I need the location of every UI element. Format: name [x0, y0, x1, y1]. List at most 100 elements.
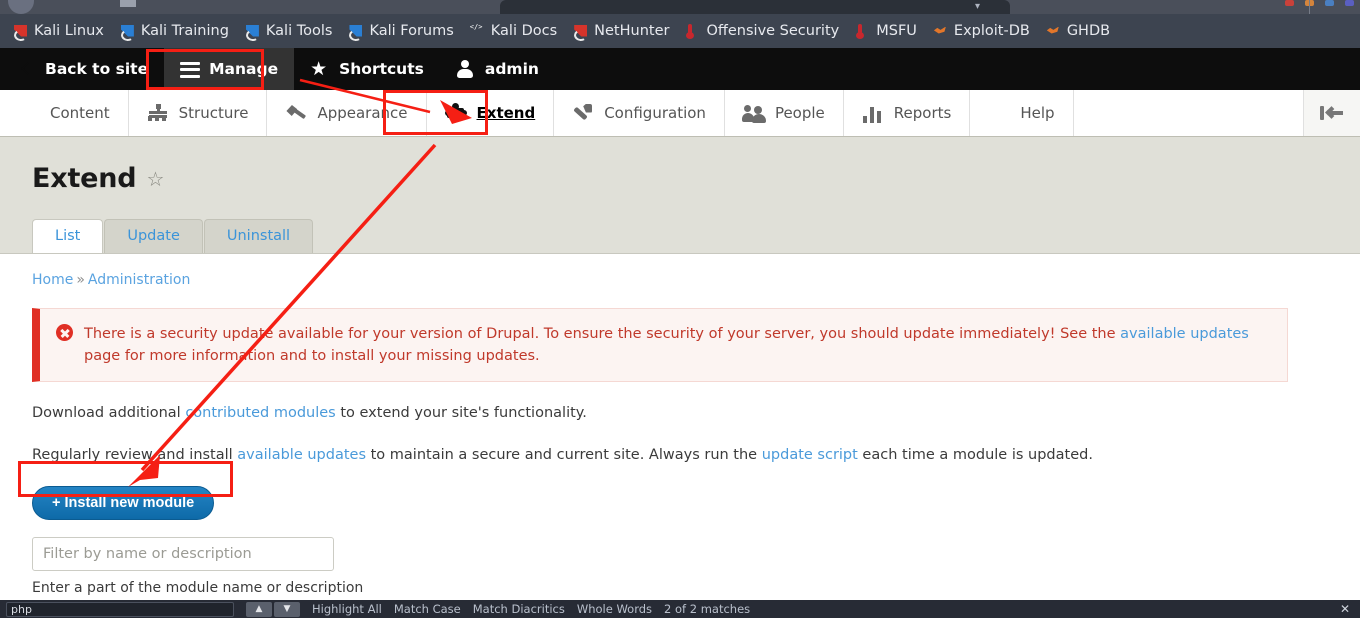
chevron-down-icon[interactable]: ▼	[274, 601, 300, 617]
structure-tree-icon	[147, 104, 169, 122]
configuration-wrench-icon	[572, 103, 594, 124]
para2-middle: to maintain a secure and current site. A…	[366, 447, 762, 463]
breadcrumb-home-link[interactable]: Home	[32, 272, 73, 288]
menu-item-reports[interactable]: Reports	[844, 90, 971, 136]
exploit-db-icon	[1046, 24, 1061, 39]
tab-label: Update	[127, 228, 180, 244]
bookmark-msfu[interactable]: MSFU	[848, 20, 924, 42]
filter-description: Enter a part of the module name or descr…	[32, 580, 364, 596]
toolbar-item-shortcuts[interactable]: ★ Shortcuts	[294, 48, 440, 90]
bookmark-kali-training[interactable]: Kali Training	[113, 20, 236, 42]
kali-dragon-red-icon	[13, 24, 28, 39]
bookmarks-bar: Kali Linux Kali Training Kali Tools Kali…	[0, 14, 1360, 48]
browser-find-bar: ▲ ▼ Highlight All Match Case Match Diacr…	[0, 600, 1360, 618]
extend-puzzle-icon	[444, 103, 467, 123]
menu-item-help[interactable]: Help	[970, 90, 1074, 136]
bookmark-label: Kali Training	[140, 23, 229, 39]
kali-dragon-blue-icon	[348, 24, 363, 39]
toolbar-divider	[1309, 0, 1310, 14]
drupal-admin-toolbar: Back to site Manage ★ Shortcuts admin	[0, 48, 1360, 90]
offensive-security-icon	[855, 24, 870, 39]
toolbar-orientation-toggle[interactable]	[1304, 90, 1360, 136]
people-icon	[741, 103, 766, 123]
toolbar-item-admin-user[interactable]: admin	[440, 48, 555, 90]
tab-uninstall[interactable]: Uninstall	[203, 219, 314, 253]
find-match-count: 2 of 2 matches	[664, 602, 751, 616]
page-body: Extend ☆ List Update Uninstall Home» Admi…	[0, 137, 1360, 618]
find-option-match-diacritics[interactable]: Match Diacritics	[473, 602, 565, 616]
exploit-db-icon	[933, 24, 948, 39]
extension-icon-3[interactable]	[1325, 0, 1334, 6]
content-region: Home» Administration There is a security …	[0, 253, 1360, 618]
content-page-icon	[18, 102, 40, 124]
para1-after: to extend your site's functionality.	[335, 405, 587, 421]
close-icon[interactable]: ✕	[1340, 603, 1350, 615]
para2-before: Regularly review and install	[32, 447, 238, 463]
menu-item-people[interactable]: People	[725, 90, 844, 136]
update-script-link[interactable]: update script	[762, 447, 858, 463]
help-question-icon	[988, 102, 1010, 124]
collapse-toolbar-icon	[1320, 106, 1344, 120]
menu-item-label: Content	[50, 104, 110, 122]
para1-before: Download additional	[32, 405, 186, 421]
available-updates-link-2[interactable]: available updates	[237, 447, 366, 463]
contributed-modules-link[interactable]: contributed modules	[185, 405, 335, 421]
security-update-alert: There is a security update available for…	[32, 308, 1288, 382]
extension-icon-4[interactable]	[1345, 0, 1354, 6]
menu-item-structure[interactable]: Structure	[129, 90, 268, 136]
browser-tab-fragment[interactable]	[120, 0, 136, 7]
star-icon: ★	[310, 57, 328, 80]
find-option-match-case[interactable]: Match Case	[394, 602, 461, 616]
menu-item-configuration[interactable]: Configuration	[554, 90, 725, 136]
bookmark-kali-forums[interactable]: Kali Forums	[341, 20, 460, 42]
bookmark-exploit-db[interactable]: Exploit-DB	[926, 20, 1037, 42]
toolbar-item-back-to-site[interactable]: Back to site	[0, 48, 164, 90]
find-option-whole-words[interactable]: Whole Words	[577, 602, 652, 616]
module-filter-input[interactable]	[32, 537, 334, 571]
breadcrumb-administration-link[interactable]: Administration	[88, 272, 190, 288]
find-option-highlight-all[interactable]: Highlight All	[312, 602, 382, 616]
bookmark-label: Offensive Security	[706, 23, 840, 39]
menu-spacer	[1074, 90, 1304, 136]
bookmark-kali-linux[interactable]: Kali Linux	[6, 20, 111, 42]
chevron-up-icon[interactable]: ▲	[246, 601, 272, 617]
browser-toolbar-icons	[1285, 0, 1354, 6]
bookmark-label: Kali Tools	[265, 23, 333, 39]
toolbar-item-manage[interactable]: Manage	[164, 48, 295, 90]
page-tabs: List Update Uninstall	[32, 219, 1360, 253]
alert-text-before: There is a security update available for…	[84, 326, 1121, 342]
chevron-down-icon[interactable]: ▾	[975, 2, 980, 12]
bookmark-kali-docs[interactable]: Kali Docs	[463, 20, 564, 42]
toolbar-item-label: Back to site	[45, 60, 149, 78]
available-updates-link[interactable]: available updates	[1120, 326, 1249, 342]
appearance-brush-icon	[285, 103, 307, 123]
bookmark-ghdb[interactable]: GHDB	[1039, 20, 1117, 42]
bookmark-label: Kali Docs	[490, 23, 558, 39]
browser-chrome-strip: ▾	[0, 0, 1360, 14]
tab-update[interactable]: Update	[104, 219, 203, 253]
browser-profile-circle[interactable]	[8, 0, 34, 14]
bookmark-label: Exploit-DB	[953, 23, 1030, 39]
offensive-security-icon	[685, 24, 700, 39]
install-new-module-button[interactable]: + Install new module	[32, 486, 215, 520]
find-input[interactable]	[6, 601, 234, 617]
kali-docs-icon	[470, 24, 485, 39]
bookmark-nethunter[interactable]: NetHunter	[566, 20, 676, 42]
menu-item-label: Help	[1020, 104, 1055, 122]
alert-text-after: page for more information and to install…	[84, 348, 540, 364]
tab-list[interactable]: List	[32, 219, 104, 253]
extension-icon-1[interactable]	[1285, 0, 1294, 6]
menu-item-extend[interactable]: Extend	[427, 90, 555, 136]
drupal-admin-menu: Content Structure Appearance Extend Conf…	[0, 90, 1360, 137]
menu-item-label: Extend	[476, 104, 536, 122]
page-title: Extend	[32, 163, 137, 194]
menu-item-appearance[interactable]: Appearance	[267, 90, 427, 136]
bookmark-label: MSFU	[876, 23, 917, 39]
bookmark-offensive-security[interactable]: Offensive Security	[678, 20, 846, 42]
menu-item-label: Structure	[178, 104, 249, 122]
browser-address-bar-fragment[interactable]	[500, 0, 1010, 14]
bookmark-kali-tools[interactable]: Kali Tools	[238, 20, 340, 42]
find-navigation: ▲ ▼	[246, 601, 300, 617]
star-outline-icon[interactable]: ☆	[146, 169, 164, 189]
menu-item-content[interactable]: Content	[0, 90, 129, 136]
